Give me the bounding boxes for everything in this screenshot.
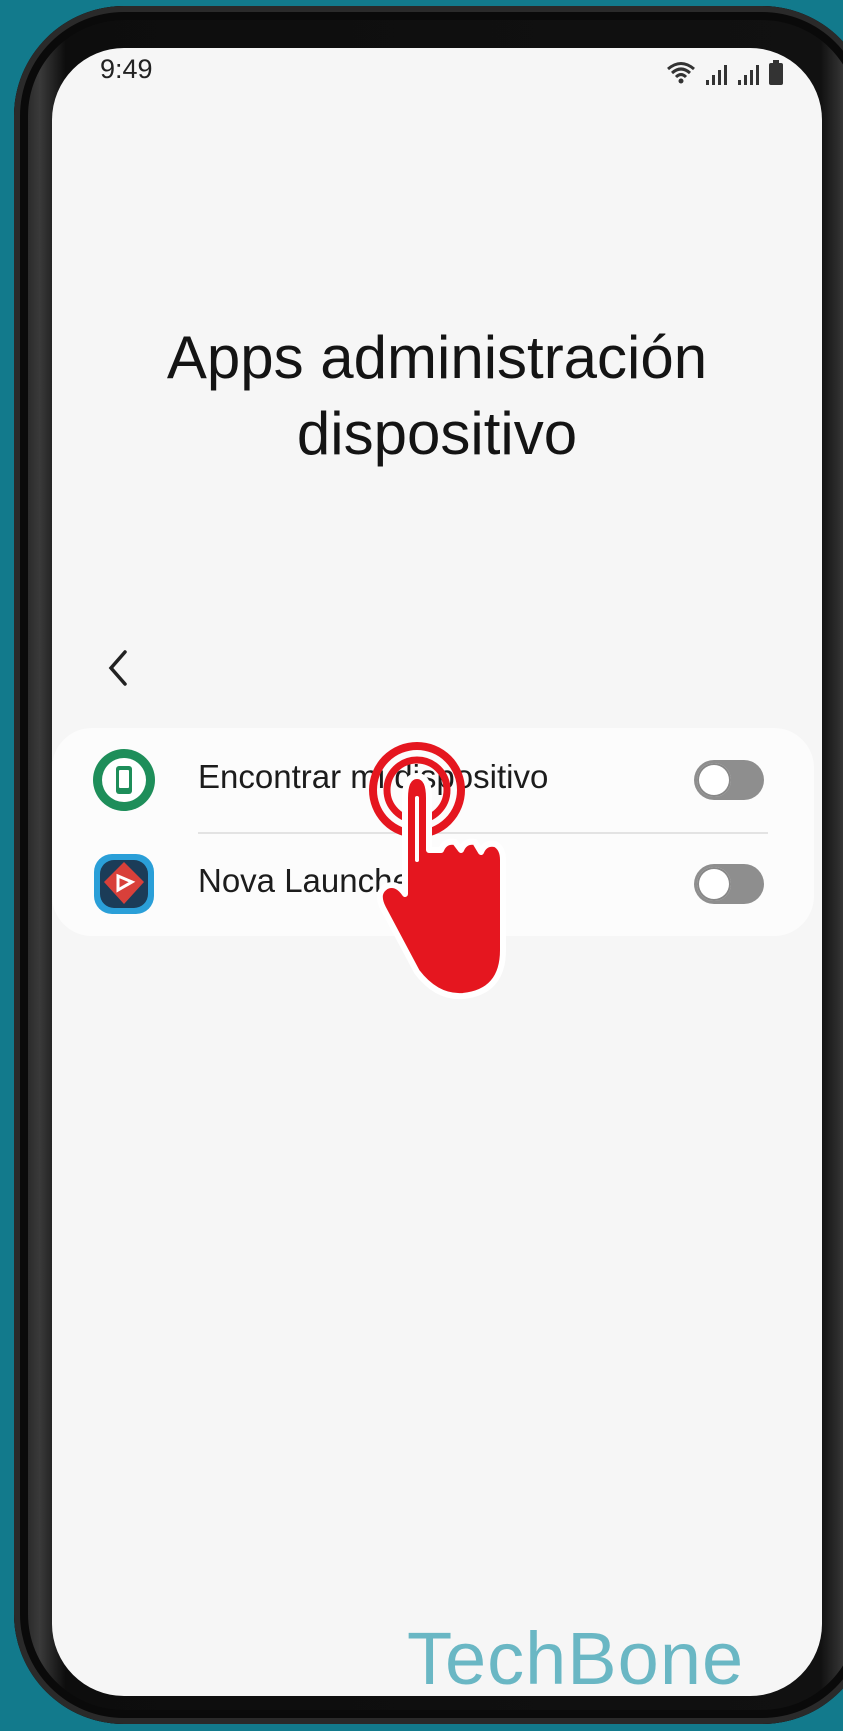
page-title-line1: Apps administración bbox=[166, 324, 708, 391]
find-my-device-icon bbox=[93, 749, 155, 811]
nova-launcher-icon bbox=[94, 854, 154, 914]
status-icons bbox=[666, 58, 784, 86]
find-my-device-toggle[interactable] bbox=[694, 760, 764, 800]
signal-icon bbox=[706, 65, 727, 85]
back-button[interactable] bbox=[90, 640, 146, 696]
page-title: Apps administración dispositivo bbox=[52, 320, 822, 472]
status-bar: 9:49 bbox=[52, 48, 822, 108]
page-title-line2: dispositivo bbox=[296, 400, 578, 467]
toggle-knob bbox=[697, 867, 731, 901]
watermark: TechBone bbox=[407, 1617, 745, 1696]
wifi-icon bbox=[667, 62, 695, 84]
battery-icon bbox=[769, 60, 783, 85]
tap-hand-icon bbox=[369, 742, 506, 1000]
toggle-knob bbox=[697, 763, 731, 797]
nova-launcher-toggle[interactable] bbox=[694, 864, 764, 904]
signal-icon bbox=[738, 65, 759, 85]
status-time: 9:49 bbox=[100, 54, 153, 84]
chevron-left-icon bbox=[108, 650, 127, 686]
